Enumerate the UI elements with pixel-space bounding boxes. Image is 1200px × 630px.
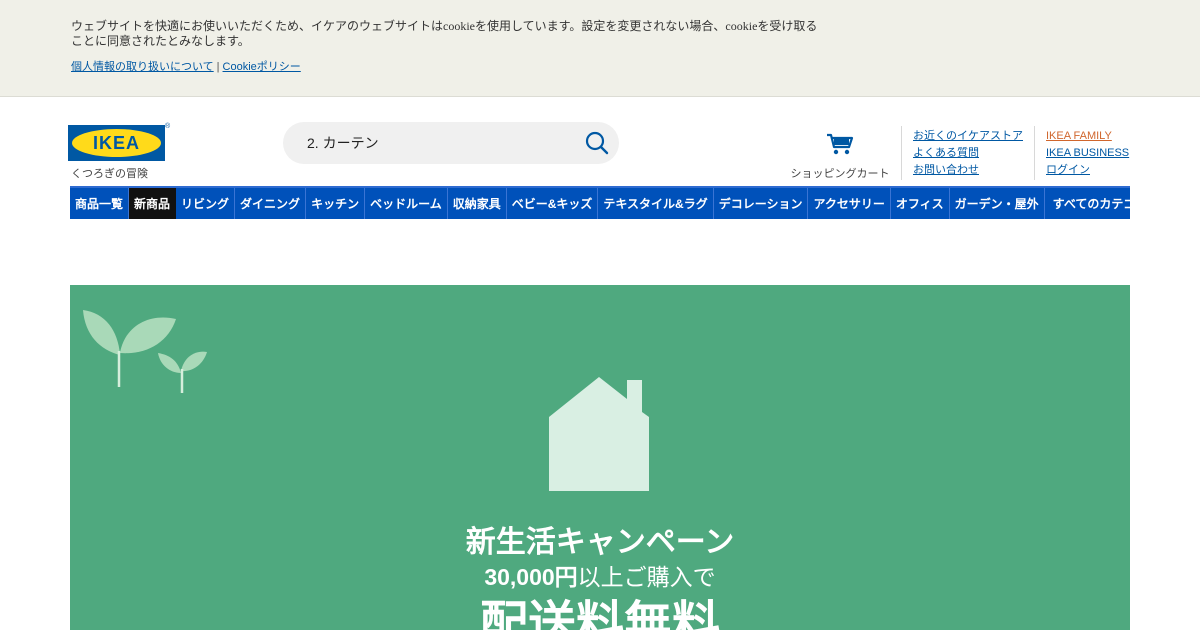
nav-item-new-products[interactable]: 新商品 (129, 188, 177, 219)
nav-item-dining[interactable]: ダイニング (235, 188, 307, 219)
nav-item-garden-outdoor[interactable]: ガーデン・屋外 (950, 188, 1045, 219)
shopping-cart-button[interactable]: ショッピングカート (788, 128, 892, 182)
nav-item-office[interactable]: オフィス (891, 188, 950, 219)
nav-all-categories[interactable]: すべてのカテゴリ (1045, 188, 1153, 219)
cookie-banner: ウェブサイトを快適にお使いいただくため、イケアのウェブサイトはcookieを使用… (0, 0, 1200, 97)
nav-item-kitchen[interactable]: キッチン (306, 188, 366, 219)
main-navigation: 商品一覧 新商品 リビング ダイニング キッチン ベッドルーム 収納家具 ベビー… (70, 186, 1147, 219)
logo-text: IKEA (92, 132, 140, 153)
campaign-condition: 以上ご購入で (577, 564, 716, 590)
nav-item-products[interactable]: 商品一覧 (70, 188, 130, 219)
logo-registered-mark: ® (165, 123, 171, 130)
faq-link[interactable]: よくある質問 (913, 145, 1023, 162)
cart-label: ショッピングカート (790, 168, 890, 180)
account-links: IKEA FAMILY IKEA BUSINESS ログイン (1046, 128, 1129, 179)
search-icon[interactable] (585, 131, 609, 155)
campaign-amount: 30,000円 (484, 564, 578, 590)
login-link[interactable]: ログイン (1046, 162, 1129, 179)
store-help-links: お近くのイケアストア よくある質問 お問い合わせ (913, 128, 1023, 179)
campaign-headline: 配送料無料 (479, 598, 720, 630)
nav-item-storage[interactable]: 収納家具 (448, 188, 507, 219)
brand-tagline: くつろぎの冒険 (71, 168, 148, 180)
cookie-message: ウェブサイトを快適にお使いいただくため、イケアのウェブサイトはcookieを使用… (71, 19, 818, 48)
nav-item-textiles-rugs[interactable]: テキスタイル&ラグ (598, 188, 714, 219)
cookie-links: 個人情報の取り扱いについて | Cookieポリシー (71, 58, 301, 74)
campaign-subtitle: 30,000円以上ご購入で (70, 558, 1130, 592)
logo-oval: IKEA (72, 129, 161, 157)
nav-item-bedroom[interactable]: ベッドルーム (365, 188, 448, 219)
privacy-policy-link[interactable]: 個人情報の取り扱いについて (71, 61, 214, 73)
header-divider (901, 126, 902, 180)
nav-item-accessories[interactable]: アクセサリー (808, 188, 891, 219)
nav-item-baby-kids[interactable]: ベビー&キッズ (507, 188, 599, 219)
cookie-link-separator: | (216, 61, 220, 73)
ikea-family-link[interactable]: IKEA FAMILY (1046, 128, 1129, 145)
cookie-policy-link[interactable]: Cookieポリシー (223, 61, 301, 73)
nav-item-living[interactable]: リビング (176, 188, 236, 219)
house-icon (549, 377, 649, 491)
search-input[interactable] (307, 122, 577, 164)
ikea-business-link[interactable]: IKEA BUSINESS (1046, 145, 1129, 162)
ikea-logo[interactable]: IKEA (68, 125, 165, 161)
cart-icon (827, 133, 854, 155)
campaign-title: 新生活キャンペーン (465, 526, 735, 559)
nearby-store-link[interactable]: お近くのイケアストア (913, 128, 1023, 145)
campaign-banner[interactable]: 新生活キャンペーン 30,000円以上ご購入で 配送料無料 (70, 285, 1130, 630)
search-bar (283, 122, 619, 164)
header-divider (1034, 126, 1035, 180)
nav-item-decoration[interactable]: デコレーション (714, 188, 809, 219)
sprout-icon (83, 310, 207, 393)
contact-link[interactable]: お問い合わせ (913, 162, 1023, 179)
